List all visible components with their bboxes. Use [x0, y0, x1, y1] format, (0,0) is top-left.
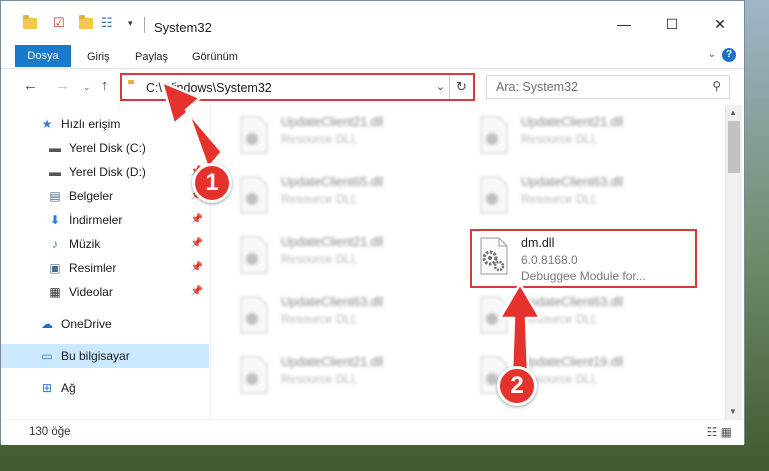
- step-marker-1: 1: [192, 163, 232, 203]
- step-marker-2: 2: [497, 366, 537, 406]
- arrow-2: [498, 282, 542, 374]
- annotation-arrows: [160, 80, 542, 374]
- arrow-1: [160, 80, 224, 170]
